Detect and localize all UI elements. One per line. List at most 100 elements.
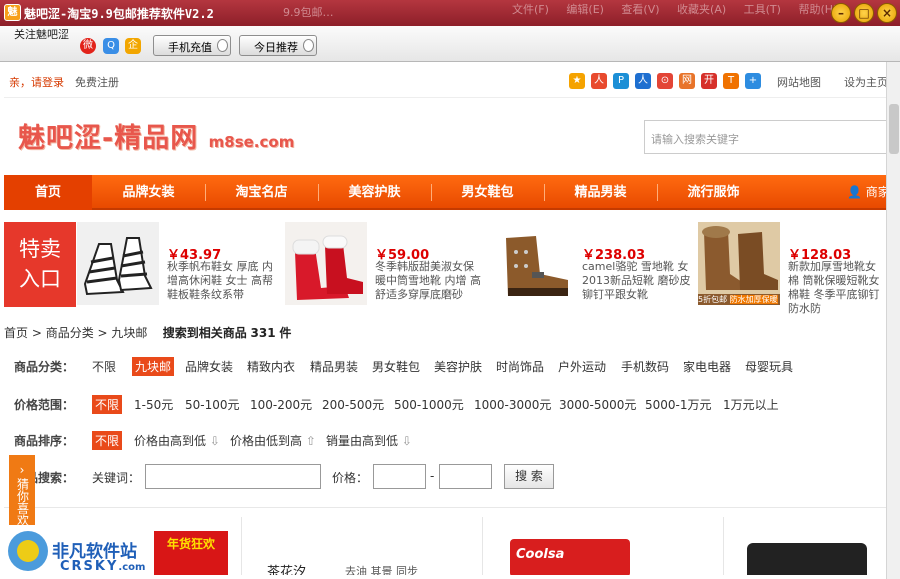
- side-tab-guess[interactable]: › 猜你喜欢: [9, 455, 35, 526]
- promo-tag: 防水加厚保暖: [729, 295, 778, 304]
- tqq-icon[interactable]: 网: [679, 73, 695, 89]
- sort-price-asc[interactable]: 价格由低到高 ⇧: [230, 432, 316, 449]
- ghost-tab-text: 9.9包邮…: [283, 6, 334, 19]
- section-divider: [4, 507, 886, 508]
- breadcrumb-home[interactable]: 首页: [4, 326, 28, 340]
- product-image: [747, 543, 867, 575]
- filter-option-selected[interactable]: 不限: [92, 431, 123, 450]
- recharge-button-label: 手机充值: [168, 41, 212, 54]
- filter-option[interactable]: 户外运动: [558, 358, 606, 375]
- filter-price-row: 价格范围： 不限 1-50元 50-100元 100-200元 200-500元…: [14, 395, 874, 414]
- product-card[interactable]: 茶花汐 去油 其景 同步: [245, 517, 483, 575]
- tea-brand: 茶花汐: [267, 565, 307, 575]
- product-desc: camel骆驼 雪地靴 女 2013新品短靴 磨砂皮铆钉平跟女靴: [582, 260, 691, 301]
- sort-sales-desc[interactable]: 销量由高到低 ⇩: [326, 432, 412, 449]
- filter-option[interactable]: 精致内衣: [247, 358, 295, 375]
- filter-option[interactable]: 美容护肤: [434, 358, 482, 375]
- filter-option-selected[interactable]: 九块邮: [132, 357, 175, 376]
- filter-option[interactable]: 不限: [92, 358, 116, 375]
- star-icon[interactable]: ★: [569, 73, 585, 89]
- filter-option[interactable]: 品牌女装: [185, 358, 233, 375]
- maximize-button[interactable]: □: [854, 3, 874, 23]
- price-min-input[interactable]: [373, 464, 426, 489]
- kaixin-icon[interactable]: 开: [701, 73, 717, 89]
- filter-option[interactable]: 1000-3000元: [474, 396, 551, 413]
- weibo-icon[interactable]: 微: [80, 38, 96, 54]
- nav-item-beauty[interactable]: 美容护肤: [318, 175, 431, 210]
- side-arrow-icon: ›: [19, 463, 25, 477]
- douban-icon[interactable]: P: [613, 73, 629, 89]
- nav-item-home[interactable]: 首页: [4, 175, 92, 210]
- filter-option[interactable]: 3000-5000元: [559, 396, 636, 413]
- arrow-down-icon: ⇩: [209, 434, 220, 448]
- filter-option[interactable]: 100-200元: [250, 396, 312, 413]
- product-card[interactable]: [727, 517, 886, 575]
- nav-item-shoes-bags[interactable]: 男女鞋包: [431, 175, 544, 210]
- product-desc: 冬季韩版甜美淑女保 暖中筒雪地靴 内增 高舒适多穿厚底磨砂: [375, 260, 481, 301]
- today-recommend-button[interactable]: 今日推荐: [239, 35, 317, 56]
- watermark: 非凡软件站 CRSKY.com: [0, 521, 230, 579]
- filter-option[interactable]: 1-50元: [134, 396, 173, 413]
- promo-product[interactable]: ￥238.03 camel骆驼 雪地靴 女 2013新品短靴 磨砂皮铆钉平跟女靴: [492, 222, 698, 307]
- breadcrumb-current[interactable]: 九块邮: [111, 326, 147, 340]
- filter-option[interactable]: 50-100元: [185, 396, 240, 413]
- nav-item-menswear[interactable]: 精品男装: [544, 175, 657, 210]
- filter-option[interactable]: 母婴玩具: [745, 358, 793, 375]
- scrollbar-thumb[interactable]: [889, 104, 899, 154]
- filter-option[interactable]: 男女鞋包: [372, 358, 420, 375]
- sort-label: 销量由高到低: [326, 434, 399, 448]
- msn-icon[interactable]: ⊙: [657, 73, 673, 89]
- price-max-input[interactable]: [439, 464, 492, 489]
- close-button[interactable]: ×: [877, 3, 897, 23]
- set-homepage-link[interactable]: 设为主页: [844, 74, 886, 90]
- filter-option[interactable]: 精品男装: [310, 358, 358, 375]
- filter-option[interactable]: 家电电器: [683, 358, 731, 375]
- product-image: [492, 222, 574, 305]
- arrow-down-icon: ⇩: [401, 434, 412, 448]
- renren-icon[interactable]: 人: [591, 73, 607, 89]
- site-logo[interactable]: 魅吧涩-精品网 m8se.com: [18, 116, 294, 155]
- breadcrumb-category[interactable]: 商品分类: [46, 326, 94, 340]
- promo-product[interactable]: ￥43.97 秋季帆布鞋女 厚底 内增高休闲鞋 女士 高帮鞋板鞋条纹系带: [77, 222, 283, 307]
- sale-entry-badge[interactable]: 特卖 入口: [4, 222, 76, 307]
- promo-product[interactable]: 5折包邮 防水加厚保暖 ￥128.03 新款加厚雪地靴女棉 筒靴保暖短靴女棉鞋 …: [698, 222, 886, 315]
- filter-option[interactable]: 手机数码: [621, 358, 669, 375]
- t-icon[interactable]: T: [723, 73, 739, 89]
- register-link[interactable]: 免费注册: [75, 74, 119, 90]
- promo-strip: 特卖 入口 ￥43.97 秋季帆布鞋女 厚底 内增高休闲鞋 女士 高帮鞋板鞋条纹系…: [4, 222, 886, 315]
- filter-option[interactable]: 时尚饰品: [496, 358, 544, 375]
- recharge-button[interactable]: 手机充值: [153, 35, 231, 56]
- search-input[interactable]: 请输入搜索关键字: [644, 120, 886, 154]
- sort-label: 价格由低到高: [230, 434, 303, 448]
- vertical-scrollbar[interactable]: [886, 62, 900, 579]
- minimize-button[interactable]: –: [831, 3, 851, 23]
- keyword-input[interactable]: [145, 464, 321, 489]
- filter-option[interactable]: 5000-1万元: [645, 396, 712, 413]
- filter-option[interactable]: 200-500元: [322, 396, 384, 413]
- nav-item-shops[interactable]: 淘宝名店: [205, 175, 318, 210]
- result-unit: 件: [279, 326, 292, 340]
- button-cap-icon: [303, 39, 314, 52]
- sort-price-desc[interactable]: 价格由高到低 ⇩: [134, 432, 220, 449]
- qq-icon[interactable]: 企: [125, 38, 141, 54]
- search-button[interactable]: 搜 索: [504, 464, 554, 489]
- nav-item-fashion[interactable]: 流行服饰: [657, 175, 770, 210]
- qzone-icon[interactable]: Q: [103, 38, 119, 54]
- login-link[interactable]: 亲，请登录: [9, 74, 64, 90]
- filter-option[interactable]: 500-1000元: [394, 396, 464, 413]
- sitemap-link[interactable]: 网站地图: [777, 74, 821, 90]
- follow-label: 关注魅吧涩: [14, 28, 69, 41]
- product-card[interactable]: Coolsa: [486, 517, 724, 575]
- badge-line-2: 入口: [19, 267, 61, 291]
- app-logo-icon: 魅: [4, 4, 21, 21]
- filter-option-selected[interactable]: 不限: [92, 395, 123, 414]
- promo-product[interactable]: ￥59.00 冬季韩版甜美淑女保 暖中筒雪地靴 内增 高舒适多穿厚底磨砂: [285, 222, 491, 307]
- watermark-domain: .com: [118, 562, 146, 573]
- plus-icon[interactable]: +: [745, 73, 761, 89]
- filter-option[interactable]: 1万元以上: [723, 396, 779, 413]
- nav-item-women[interactable]: 品牌女装: [92, 175, 205, 210]
- people-icon[interactable]: 人: [635, 73, 651, 89]
- product-image: [77, 222, 159, 305]
- crsky-logo-icon: [8, 531, 48, 571]
- merchant-link[interactable]: 👤 商家: [847, 175, 886, 210]
